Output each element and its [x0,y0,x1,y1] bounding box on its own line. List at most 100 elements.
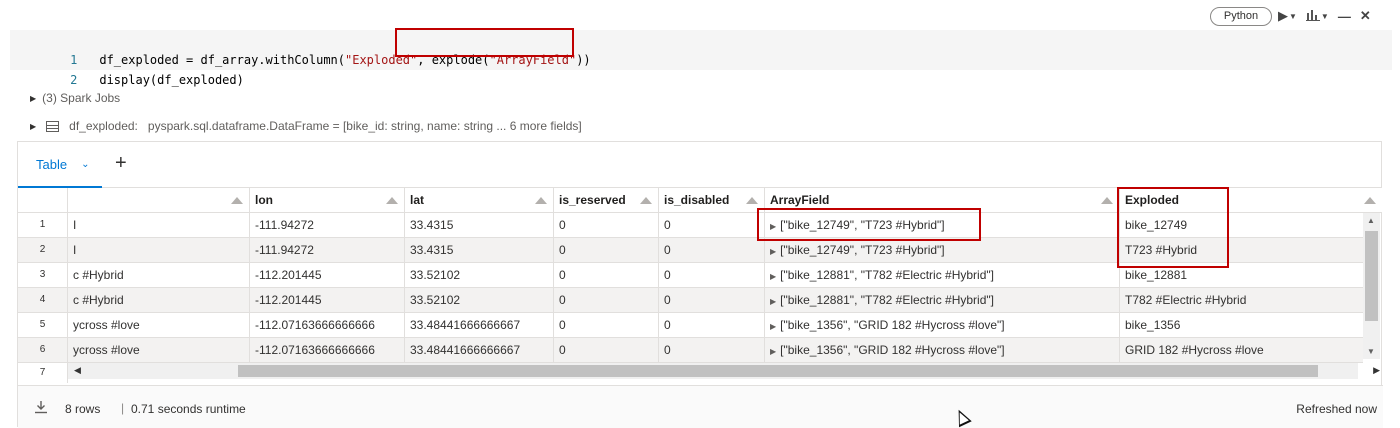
sort-icon[interactable] [746,197,758,204]
tab-table[interactable]: Table ⌄ [18,142,102,188]
add-visualization-button[interactable]: + [115,152,127,175]
table-cell[interactable]: 33.52102 [405,288,554,312]
column-header-lat[interactable]: lat [405,188,554,213]
expand-caret-icon[interactable]: ▶ [770,322,776,331]
table-cell[interactable]: -112.07163666666666 [250,338,405,362]
chart-icon[interactable] [1305,9,1320,24]
table-cell[interactable]: -111.94272 [250,238,405,262]
table-cell-array[interactable]: ▶ ["bike_12749", "T723 #Hybrid"] [765,238,1120,262]
table-cell[interactable]: -111.94272 [250,213,405,237]
table-cell[interactable]: 0 [554,288,659,312]
array-value: ["bike_12881", "T782 #Electric #Hybrid"] [780,293,994,307]
table-cell[interactable]: c #Hybrid [68,288,250,312]
table-cell[interactable]: 0 [659,288,765,312]
table-icon [46,120,60,132]
table-cell[interactable]: -112.201445 [250,263,405,287]
scroll-up-icon[interactable]: ▲ [1367,216,1375,225]
table-row[interactable]: 6 ycross #love -112.07163666666666 33.48… [18,338,1363,363]
table-cell[interactable]: 0 [554,263,659,287]
run-dropdown-icon[interactable]: ▼ [1289,12,1297,21]
chevron-down-icon[interactable]: ⌄ [81,159,89,170]
table-cell-array[interactable]: ▶ ["bike_12881", "T782 #Electric #Hybrid"… [765,263,1120,287]
table-cell[interactable]: 0 [659,338,765,362]
table-cell[interactable]: 0 [554,213,659,237]
minimize-icon[interactable]: — [1338,9,1351,24]
dataframe-name: df_exploded: [69,119,138,133]
table-cell[interactable]: 33.48441666666667 [405,313,554,337]
code-line-2: 2 display(df_exploded) [10,50,244,87]
sort-icon[interactable] [1364,197,1376,204]
column-header-label: is_disabled [664,193,730,207]
run-icon[interactable]: ▶ [1278,8,1288,24]
exploded-highlight-box [1117,187,1229,268]
sort-icon[interactable] [386,197,398,204]
table-cell[interactable]: 0 [659,313,765,337]
row-number: 1 [18,213,68,237]
result-panel: Table ⌄ + lon lat is_reserved is_disable… [17,141,1383,428]
table-cell[interactable]: GRID 182 #Hycross #love [1120,338,1363,362]
table-cell-array[interactable]: ▶ ["bike_1356", "GRID 182 #Hycross #love"… [765,313,1120,337]
table-cell[interactable]: 0 [554,338,659,362]
table-cell[interactable]: ycross #love [68,313,250,337]
column-header[interactable] [68,188,250,213]
table-cell[interactable]: 33.4315 [405,213,554,237]
close-icon[interactable]: ✕ [1360,8,1371,24]
table-cell[interactable]: 0 [554,313,659,337]
horizontal-scroll-thumb[interactable] [238,365,1318,377]
table-cell-array[interactable]: ▶ ["bike_12881", "T782 #Electric #Hybrid"… [765,288,1120,312]
table-cell[interactable]: 33.48441666666667 [405,338,554,362]
language-selector[interactable]: Python [1210,7,1272,26]
table-cell-array[interactable]: ▶ ["bike_1356", "GRID 182 #Hycross #love"… [765,338,1120,362]
array-value: ["bike_12881", "T782 #Electric #Hybrid"] [780,268,994,282]
footer-separator: | [121,401,125,415]
expand-caret-icon[interactable]: ▶ [770,272,776,281]
expand-caret-icon[interactable]: ▶ [770,297,776,306]
chart-dropdown-icon[interactable]: ▼ [1321,12,1329,21]
table-cell[interactable]: 33.4315 [405,238,554,262]
table-row[interactable]: 4 c #Hybrid -112.201445 33.52102 0 0 ▶ ["… [18,288,1363,313]
sort-icon[interactable] [535,197,547,204]
download-icon[interactable] [34,400,48,417]
sort-icon[interactable] [231,197,243,204]
column-header-lon[interactable]: lon [250,188,405,213]
column-header-is-reserved[interactable]: is_reserved [554,188,659,213]
table-cell[interactable]: bike_1356 [1120,313,1363,337]
table-cell[interactable]: c #Hybrid [68,263,250,287]
table-cell[interactable]: I [68,238,250,262]
scroll-down-icon[interactable]: ▼ [1367,347,1375,356]
refreshed-status: Refreshed now [1296,402,1377,416]
table-cell[interactable]: 0 [659,238,765,262]
dataframe-schema-toggle[interactable]: ▶ df_exploded: pyspark.sql.dataframe.Dat… [30,119,582,133]
scroll-left-icon[interactable]: ◀ [74,365,81,376]
explode-highlight-box [395,28,574,57]
code-editor[interactable]: 1 df_exploded = df_array.withColumn("Expl… [10,30,1392,87]
expand-caret-icon[interactable]: ▶ [770,347,776,356]
tab-table-label: Table [36,156,68,172]
sort-icon[interactable] [640,197,652,204]
table-cell[interactable]: -112.07163666666666 [250,313,405,337]
column-header-label: lon [255,193,273,207]
row-number: 4 [18,288,68,312]
scroll-right-icon[interactable]: ▶ [1373,365,1380,376]
row-number: 7 [18,363,68,383]
vertical-scrollbar[interactable]: ▲ ▼ [1363,213,1380,359]
table-cell[interactable]: I [68,213,250,237]
dataframe-schema: pyspark.sql.dataframe.DataFrame = [bike_… [147,119,582,133]
table-cell[interactable]: ycross #love [68,338,250,362]
table-cell[interactable]: 33.52102 [405,263,554,287]
column-header-is-disabled[interactable]: is_disabled [659,188,765,213]
table-cell[interactable]: 0 [659,263,765,287]
expand-caret-icon[interactable]: ▶ [770,247,776,256]
table-cell[interactable]: -112.201445 [250,288,405,312]
table-cell[interactable]: T782 #Electric #Hybrid [1120,288,1363,312]
vertical-scroll-thumb[interactable] [1365,231,1378,321]
table-row[interactable]: 5 ycross #love -112.07163666666666 33.48… [18,313,1363,338]
table-cell[interactable]: 0 [659,213,765,237]
row-number: 3 [18,263,68,287]
horizontal-scrollbar[interactable]: ◀ ▶ [68,363,1380,379]
sort-icon[interactable] [1101,197,1113,204]
table-cell[interactable]: 0 [554,238,659,262]
spark-jobs-toggle[interactable]: ▶ (3) Spark Jobs [30,91,120,105]
notebook-cell: Python ▶ ▼ ▼ — ✕ 1 df_exploded = df_array… [0,0,1400,428]
arrayfield-highlight-box [757,208,981,241]
